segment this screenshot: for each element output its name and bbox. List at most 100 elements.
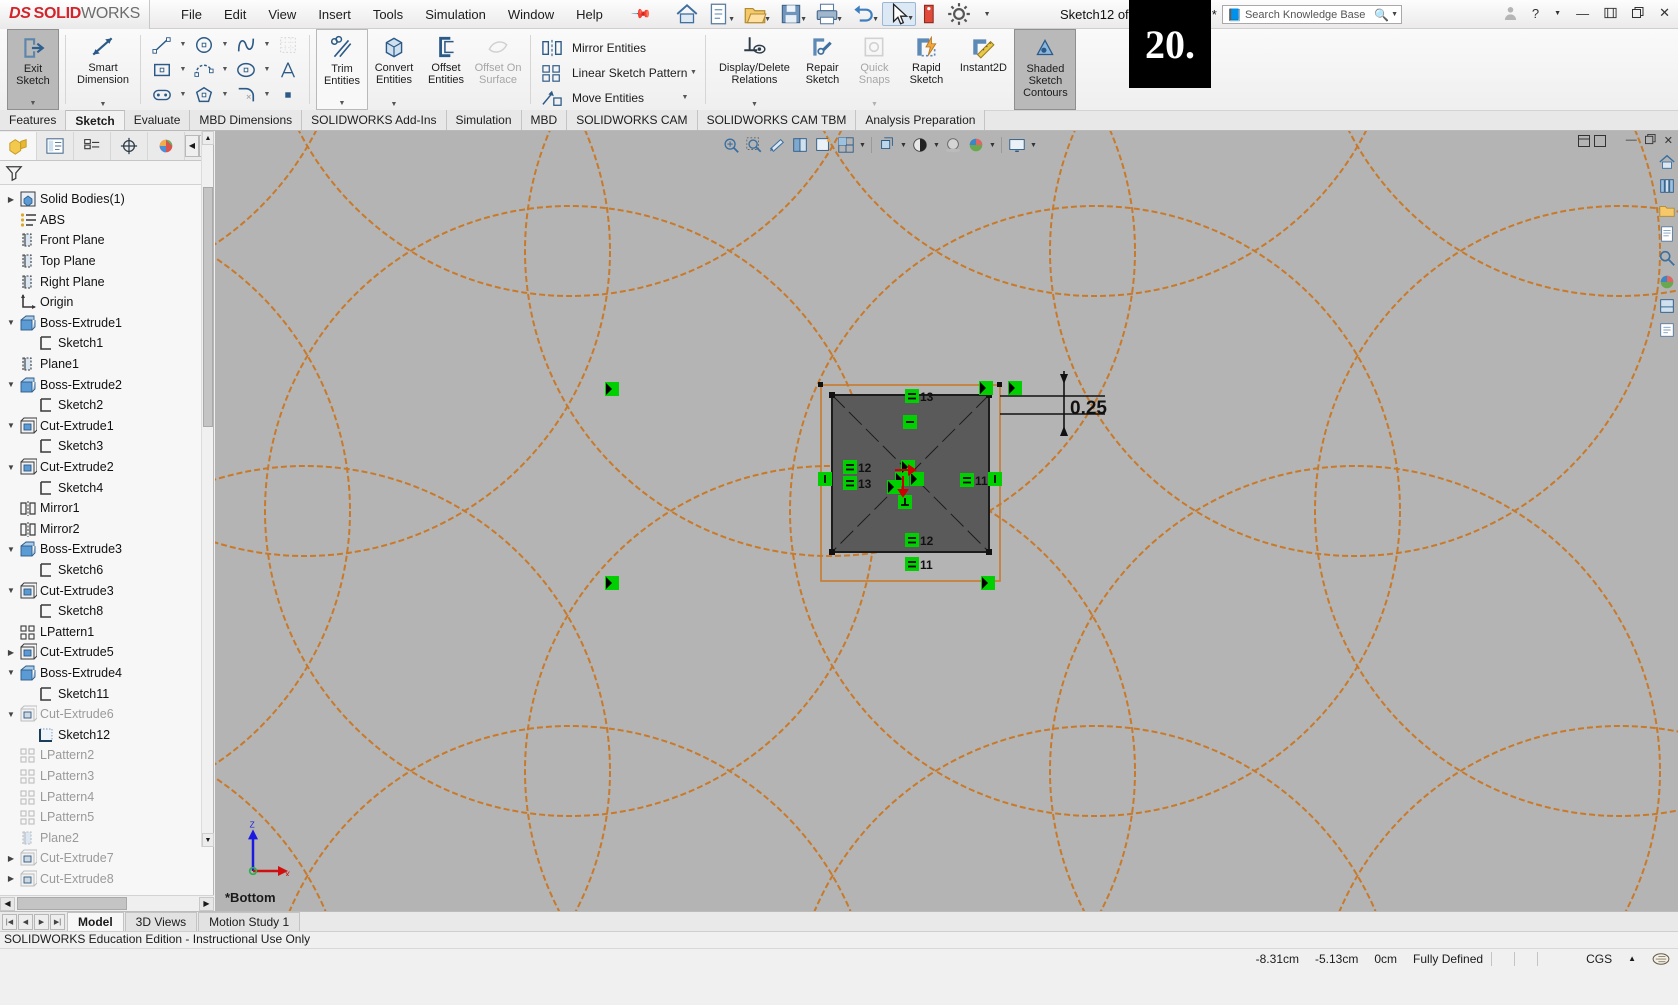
edit-appearance-icon[interactable] [909, 134, 931, 156]
chevron-down-icon[interactable]: ▼ [30, 100, 37, 109]
tree-item-cut-extrude7[interactable]: ▶ Cut-Extrude7 [0, 848, 213, 869]
tree-item-cut-extrude5[interactable]: ▶ Cut-Extrude5 [0, 642, 213, 663]
chevron-down-icon[interactable]: ▼ [177, 91, 189, 98]
menu-view[interactable]: View [257, 3, 307, 26]
display-style-icon[interactable] [835, 134, 857, 156]
help-chevron-icon[interactable]: ▼ [1550, 8, 1565, 19]
fillet-icon[interactable] [231, 83, 261, 107]
appearances-icon[interactable] [1656, 295, 1678, 317]
menu-simulation[interactable]: Simulation [414, 3, 497, 26]
view-settings-icon[interactable] [965, 134, 987, 156]
help-icon[interactable]: ? [1528, 4, 1543, 23]
new-document-icon[interactable]: ▼ [702, 2, 736, 26]
view-palette-icon[interactable] [1656, 271, 1678, 293]
tree-item-front-plane[interactable]: Front Plane [0, 230, 213, 251]
chevron-down-icon[interactable]: ▼ [4, 318, 18, 327]
relation-badge-vertical-left[interactable] [818, 472, 832, 486]
mirror-entities-icon[interactable] [537, 36, 567, 60]
search-icon[interactable] [1656, 247, 1678, 269]
tree-item-lpattern2[interactable]: LPattern2 [0, 745, 213, 766]
bottom-tab-model[interactable]: Model [67, 912, 124, 931]
tree-item-abs[interactable]: ABS [0, 210, 213, 231]
hide-show-icon[interactable] [876, 134, 898, 156]
viewport-layout-icon[interactable] [1006, 134, 1028, 156]
tree-item-lpattern5[interactable]: LPattern5 [0, 807, 213, 828]
search-icon[interactable]: 🔍 [1374, 8, 1391, 22]
options-caret-icon[interactable]: ▼ [974, 2, 1000, 26]
graphics-close-button[interactable]: ✕ [1664, 134, 1673, 147]
chevron-down-icon[interactable]: ▼ [177, 41, 189, 48]
relation-badge-equal-12-bottom[interactable]: 12 [905, 533, 934, 548]
chevron-down-icon[interactable]: ▼ [219, 41, 231, 48]
tree-item-cut-extrude8[interactable]: ▶ Cut-Extrude8 [0, 869, 213, 890]
grid-icon[interactable] [273, 33, 303, 57]
search-knowledge-base[interactable]: 📘 Search Knowledge Base 🔍 ▼ [1222, 5, 1402, 24]
chevron-down-icon[interactable]: ▼ [100, 101, 107, 110]
rectangle-icon[interactable] [147, 58, 177, 82]
tab-analysis-preparation[interactable]: Analysis Preparation [856, 110, 986, 130]
status-overlay-icon[interactable] [1644, 952, 1678, 966]
tree-item-origin[interactable]: Origin [0, 292, 213, 313]
relation-badge-midpoint-center[interactable] [898, 495, 912, 509]
chevron-right-icon[interactable]: ▶ [4, 854, 18, 863]
tree-item-boss-extrude2[interactable]: ▼ Boss-Extrude2 [0, 374, 213, 395]
menu-help[interactable]: Help [565, 3, 614, 26]
view-orientation-icon[interactable] [812, 134, 834, 156]
chevron-down-icon[interactable]: ▼ [679, 94, 691, 101]
chevron-down-icon[interactable]: ▼ [687, 69, 699, 76]
tree-item-sketch3[interactable]: Sketch3 [0, 436, 213, 457]
exit-sketch-button[interactable]: Exit Sketch ▼ [7, 29, 59, 110]
tree-item-lpattern1[interactable]: LPattern1 [0, 621, 213, 642]
undo-icon[interactable]: ▼ [846, 2, 880, 26]
menu-edit[interactable]: Edit [213, 3, 257, 26]
smart-dimension-button[interactable]: Smart Dimension ▼ [72, 29, 134, 110]
status-units[interactable]: CGS [1578, 952, 1620, 966]
tab-solidworks-cam-tbm[interactable]: SOLIDWORKS CAM TBM [697, 110, 857, 130]
mirror-entities-row[interactable]: Mirror Entities [537, 35, 699, 60]
minimize-button[interactable]: — [1572, 4, 1593, 23]
tree-item-boss-extrude1[interactable]: ▼ Boss-Extrude1 [0, 313, 213, 334]
mirror-entities-label[interactable]: Mirror Entities [567, 41, 679, 55]
polygon-icon[interactable] [189, 83, 219, 107]
slot-icon[interactable] [147, 83, 177, 107]
tab-last-button[interactable]: ▶| [50, 913, 65, 930]
previous-view-icon[interactable] [766, 134, 788, 156]
user-icon[interactable] [1500, 4, 1521, 23]
scroll-right-button[interactable]: ▶ [199, 896, 214, 911]
tree-item-sketch12[interactable]: Sketch12 [0, 724, 213, 745]
chevron-down-icon[interactable]: ▼ [339, 100, 346, 109]
chevron-down-icon[interactable]: ▼ [764, 16, 771, 23]
tab-prev-button[interactable]: ◀ [18, 913, 33, 930]
chevron-down-icon[interactable]: ▼ [261, 66, 273, 73]
section-view-icon[interactable] [789, 134, 811, 156]
coincident-relation-badge-4[interactable] [981, 576, 995, 590]
offset-entities-button[interactable]: Offset Entities [420, 29, 472, 110]
trim-entities-button[interactable]: Trim Entities ▼ [316, 29, 368, 110]
panel-prev-button[interactable]: ◀ [185, 134, 199, 157]
chevron-down-icon[interactable]: ▼ [4, 710, 18, 719]
linear-sketch-pattern-icon[interactable] [537, 61, 567, 85]
tab-sketch[interactable]: Sketch [66, 110, 125, 130]
relation-badge-vertical-right[interactable] [988, 472, 1002, 486]
select-icon[interactable]: ▼ [882, 2, 917, 26]
tab-simulation[interactable]: Simulation [446, 110, 522, 130]
move-entities-label[interactable]: Move Entities [567, 91, 679, 105]
chevron-right-icon[interactable]: ▶ [4, 195, 18, 204]
chevron-down-icon[interactable]: ▼ [391, 101, 398, 110]
hscrollbar-thumb[interactable] [17, 897, 127, 910]
scrollbar-thumb[interactable] [203, 187, 213, 427]
open-document-icon[interactable]: ▼ [738, 2, 772, 26]
coincident-relation-badge-1[interactable] [979, 381, 993, 395]
tree-item-sketch6[interactable]: Sketch6 [0, 560, 213, 581]
zoom-to-fit-icon[interactable] [720, 134, 742, 156]
relation-badge-horizontal-top[interactable] [903, 415, 917, 429]
chevron-down-icon[interactable]: ▼ [4, 380, 18, 389]
tree-item-cut-extrude2[interactable]: ▼ Cut-Extrude2 [0, 457, 213, 478]
scroll-up-button[interactable]: ▲ [202, 131, 214, 145]
line-icon[interactable] [147, 33, 177, 57]
tree-filter-bar[interactable] [0, 161, 213, 185]
coincident-relation-badge-7[interactable] [887, 480, 901, 494]
tree-item-cut-extrude1[interactable]: ▼ Cut-Extrude1 [0, 416, 213, 437]
chevron-down-icon[interactable]: ▼ [1029, 142, 1038, 149]
tree-item-right-plane[interactable]: Right Plane [0, 271, 213, 292]
